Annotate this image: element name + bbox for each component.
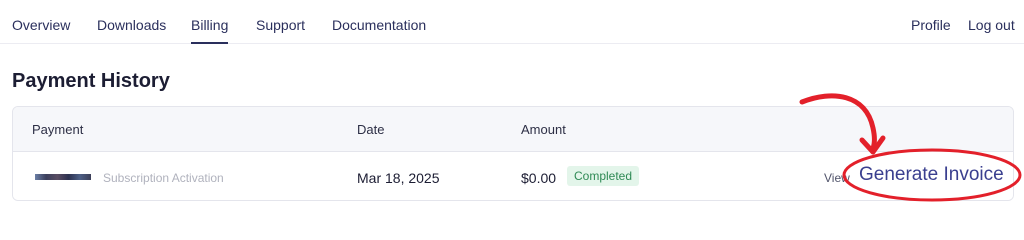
column-header-amount: Amount xyxy=(521,122,566,137)
nav-billing[interactable]: Billing xyxy=(191,17,228,33)
nav-logout[interactable]: Log out xyxy=(968,17,1015,33)
nav-documentation[interactable]: Documentation xyxy=(332,17,426,33)
nav-downloads[interactable]: Downloads xyxy=(97,17,166,33)
view-link[interactable]: View xyxy=(824,171,850,185)
column-header-payment: Payment xyxy=(32,122,84,137)
payment-date: Mar 18, 2025 xyxy=(357,170,440,186)
top-navigation: Overview Downloads Billing Support Docum… xyxy=(0,0,1024,44)
payment-history-table: Payment Date Amount Subscription Activat… xyxy=(12,106,1014,201)
nav-profile[interactable]: Profile xyxy=(911,17,951,33)
page-title: Payment History xyxy=(12,70,170,92)
payment-amount: $0.00 xyxy=(521,170,557,186)
nav-support[interactable]: Support xyxy=(256,17,305,33)
table-header: Payment Date Amount xyxy=(13,107,1013,152)
redacted-payment-id xyxy=(35,174,91,180)
table-row: Subscription Activation Mar 18, 2025 $0.… xyxy=(13,153,1013,200)
status-badge: Completed xyxy=(567,166,640,186)
active-tab-indicator xyxy=(191,42,228,44)
nav-overview[interactable]: Overview xyxy=(12,17,70,33)
generate-invoice-link[interactable]: Generate Invoice xyxy=(859,164,1004,186)
column-header-date: Date xyxy=(357,122,385,137)
payment-description: Subscription Activation xyxy=(103,171,224,185)
